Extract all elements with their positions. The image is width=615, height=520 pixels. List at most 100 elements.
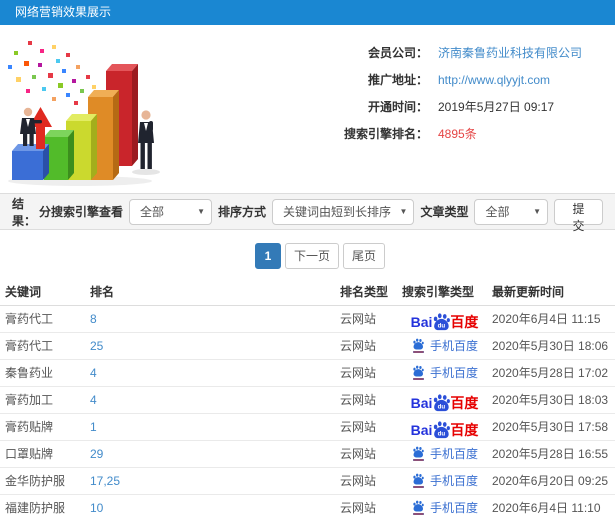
header-update-time: 最新更新时间 xyxy=(487,279,615,306)
rank-link[interactable]: 4 xyxy=(90,366,97,380)
rank-type-cell: 云网站 xyxy=(335,386,397,414)
baidu-bai-text: Bai xyxy=(410,313,433,330)
keyword-cell: 膏药贴牌 xyxy=(0,413,85,441)
update-time-cell: 2020年6月4日 11:15 xyxy=(487,305,615,333)
page-button-current[interactable]: 1 xyxy=(255,243,281,269)
mobile-baidu-underline xyxy=(412,486,424,488)
mobile-baidu-badge: 手机百度 xyxy=(411,472,478,489)
header-engine-type: 搜索引擎类型 xyxy=(397,279,487,306)
baidu-du-text: du xyxy=(438,322,446,329)
baidu-cn-text: 百度 xyxy=(450,313,479,330)
mobile-baidu-badge: 手机百度 xyxy=(411,364,478,381)
sort-value: 关键词由短到长排序 xyxy=(283,205,392,219)
rank-count-label: 搜索引擎排名： xyxy=(343,127,428,141)
mobile-baidu-paw-icon xyxy=(411,337,426,354)
table-header-row: 关键词 排名 排名类型 搜索引擎类型 最新更新时间 xyxy=(0,279,615,306)
mobile-baidu-label: 手机百度 xyxy=(429,339,478,353)
mobile-baidu-badge: 手机百度 xyxy=(411,445,478,462)
table-row: 秦鲁药业 4 云网站 手机百度 2020年5月28日 17:02 xyxy=(0,359,615,387)
baidu-cn-text: 百度 xyxy=(450,394,479,411)
confetti-dots xyxy=(8,41,101,105)
table-row: 膏药代工 25 云网站 手机百度 2020年5月30日 18:06 xyxy=(0,332,615,360)
table-row: 膏药加工 4 云网站 Bai du 百度 2020年5月30日 18:03 xyxy=(0,386,615,414)
baidu-bai-text: Bai xyxy=(410,421,433,438)
header-keyword: 关键词 xyxy=(0,279,85,306)
rank-type-cell: 云网站 xyxy=(335,305,397,333)
chevron-down-icon: ▼ xyxy=(197,207,206,216)
article-type-select[interactable]: 全部 ▼ xyxy=(474,198,548,225)
table-row: 金华防护服 17,25 云网站 手机百度 2020年6月20日 09:25 xyxy=(0,467,615,495)
update-time-cell: 2020年5月30日 18:06 xyxy=(487,332,615,360)
filter-controls: 分搜索引擎查看 全部 ▼ 排序方式 关键词由短到长排序 ▼ 文章类型 全部 ▼ … xyxy=(39,198,603,233)
article-type-value: 全部 xyxy=(485,205,510,219)
keyword-cell: 膏药加工 xyxy=(0,386,85,414)
promo-url-label: 推广地址： xyxy=(367,73,428,87)
update-time-cell: 2020年6月4日 11:10 xyxy=(487,494,615,520)
submit-button[interactable]: 提交 xyxy=(554,198,603,233)
baidu-paw-icon: du xyxy=(434,312,451,330)
mobile-baidu-label: 手机百度 xyxy=(429,474,478,488)
keyword-cell: 福建防护服 xyxy=(0,494,85,520)
rank-count-value: 4895条 xyxy=(438,127,477,141)
summary-section: 会员公司： 济南秦鲁药业科技有限公司 推广地址： http://www.qlyy… xyxy=(0,25,615,193)
results-table-body: 膏药代工 8 云网站 Bai du 百度 2020年6月4日 11:15 膏药代… xyxy=(0,305,615,520)
mobile-baidu-badge: 手机百度 xyxy=(411,337,478,354)
rank-link[interactable]: 8 xyxy=(90,312,97,326)
mobile-baidu-paw-icon xyxy=(411,472,426,489)
page-title-bar: 网络营销效果展示 xyxy=(0,0,615,25)
baidu-du-text: du xyxy=(438,403,446,410)
open-time-value: 2019年5月27日 09:17 xyxy=(438,100,555,114)
last-page-button[interactable]: 尾页 xyxy=(343,243,386,269)
baidu-paw-icon: du xyxy=(434,420,451,438)
header-rank: 排名 xyxy=(85,279,335,306)
update-time-cell: 2020年5月28日 16:55 xyxy=(487,440,615,468)
mobile-baidu-label: 手机百度 xyxy=(429,501,478,515)
info-row-rank-count: 搜索引擎排名： 4895条 xyxy=(178,120,582,147)
sort-label: 排序方式 xyxy=(218,205,267,219)
mobile-baidu-badge: 手机百度 xyxy=(411,499,478,516)
baidu-du-text: du xyxy=(438,430,446,437)
mobile-baidu-underline xyxy=(412,513,424,515)
baidu-paw-icon: du xyxy=(434,393,451,411)
growth-chart-illustration xyxy=(8,41,160,186)
bar-blue xyxy=(12,144,49,180)
baidu-bai-text: Bai xyxy=(410,394,433,411)
keyword-cell: 膏药代工 xyxy=(0,305,85,333)
info-row-url: 推广地址： http://www.qlyyjt.com xyxy=(178,66,582,93)
keyword-cell: 金华防护服 xyxy=(0,467,85,495)
open-time-label: 开通时间： xyxy=(367,100,428,114)
update-time-cell: 2020年5月28日 17:02 xyxy=(487,359,615,387)
rank-link[interactable]: 29 xyxy=(90,447,103,461)
rank-link[interactable]: 10 xyxy=(90,501,103,515)
company-link[interactable]: 济南秦鲁药业科技有限公司 xyxy=(438,46,582,60)
mobile-baidu-paw-icon xyxy=(411,445,426,462)
mobile-baidu-underline xyxy=(412,351,424,353)
pagination: 1 下一页 尾页 xyxy=(255,243,615,269)
info-row-company: 会员公司： 济南秦鲁药业科技有限公司 xyxy=(178,39,582,66)
sort-select[interactable]: 关键词由短到长排序 ▼ xyxy=(272,198,415,225)
info-row-open-time: 开通时间： 2019年5月27日 09:17 xyxy=(178,93,582,120)
keyword-cell: 膏药代工 xyxy=(0,332,85,360)
mobile-baidu-label: 手机百度 xyxy=(429,366,478,380)
keyword-cell: 口罩贴牌 xyxy=(0,440,85,468)
result-label: 结果： xyxy=(12,196,37,228)
baidu-cn-text: 百度 xyxy=(450,421,479,438)
rank-link[interactable]: 17,25 xyxy=(90,474,120,488)
mobile-baidu-underline xyxy=(412,378,424,380)
rank-link[interactable]: 1 xyxy=(90,420,97,434)
rank-type-cell: 云网站 xyxy=(335,359,397,387)
table-row: 口罩贴牌 29 云网站 手机百度 2020年5月28日 16:55 xyxy=(0,440,615,468)
update-time-cell: 2020年5月30日 18:03 xyxy=(487,386,615,414)
table-row: 膏药贴牌 1 云网站 Bai du 百度 2020年5月30日 17:58 xyxy=(0,413,615,441)
filter-strip: 结果： 分搜索引擎查看 全部 ▼ 排序方式 关键词由短到长排序 ▼ 文章类型 全… xyxy=(0,193,615,233)
update-time-cell: 2020年5月30日 17:58 xyxy=(487,413,615,441)
rank-link[interactable]: 4 xyxy=(90,393,97,407)
engine-filter-select[interactable]: 全部 ▼ xyxy=(128,198,213,225)
next-page-button[interactable]: 下一页 xyxy=(285,243,340,269)
promo-url-link[interactable]: http://www.qlyyjt.com xyxy=(438,73,550,87)
mobile-baidu-paw-icon xyxy=(411,499,426,516)
rank-type-cell: 云网站 xyxy=(335,413,397,441)
mobile-baidu-underline xyxy=(412,459,424,461)
mobile-baidu-label: 手机百度 xyxy=(429,447,478,461)
rank-link[interactable]: 25 xyxy=(90,339,103,353)
